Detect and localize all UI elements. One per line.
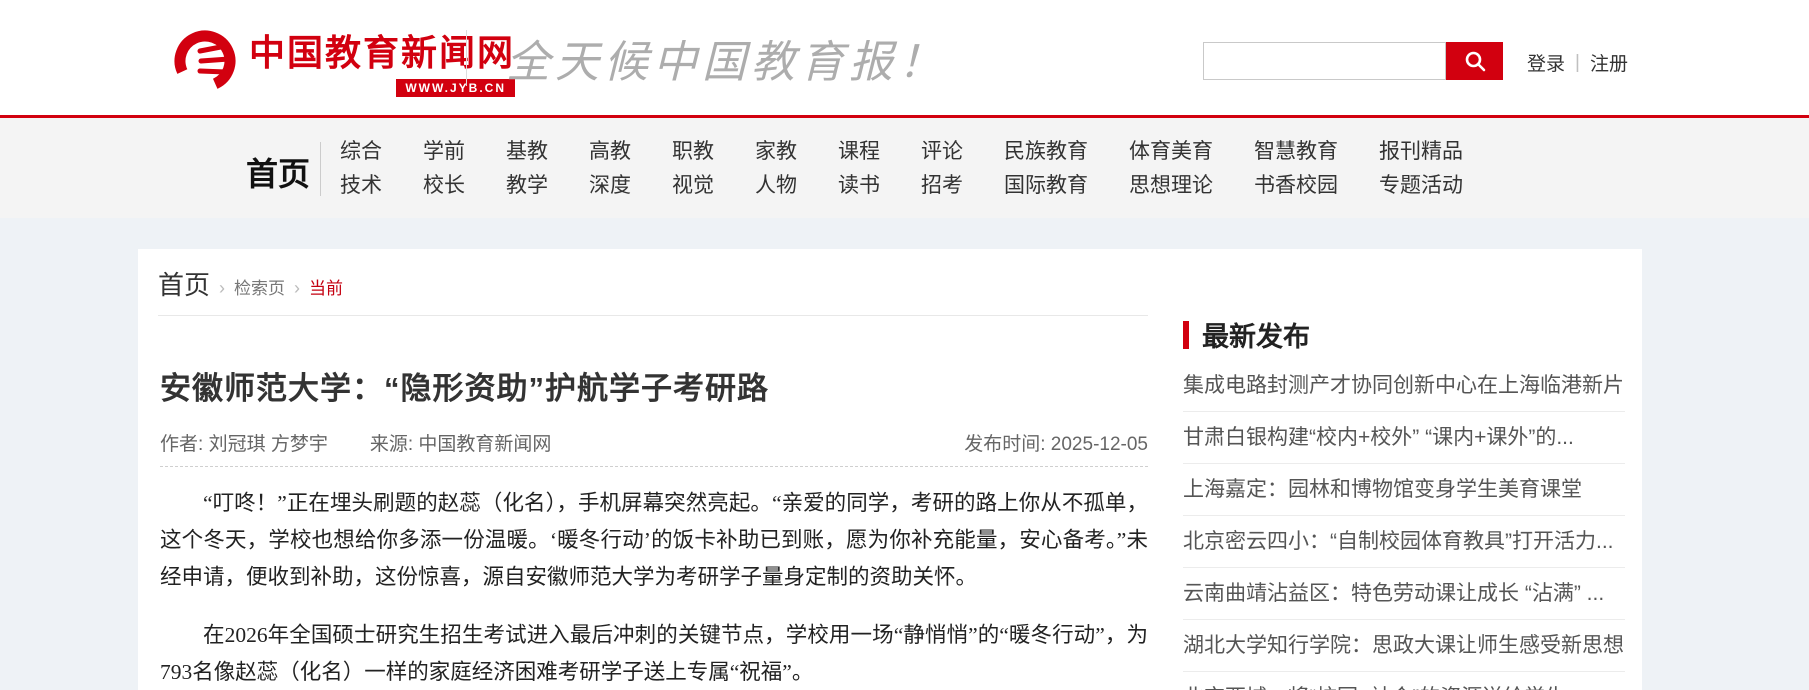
nav-link-shijue[interactable]: 视觉 [672, 175, 714, 196]
nav-link-zonghe[interactable]: 综合 [340, 141, 382, 162]
search-input[interactable] [1203, 42, 1446, 80]
nav-link-zhijiao[interactable]: 职教 [672, 141, 714, 162]
nav-link-jiaoxue[interactable]: 教学 [506, 175, 548, 196]
nav-link-shuxiangxiaoyuan[interactable]: 书香校园 [1254, 175, 1338, 196]
nav-link-baokanjingpin[interactable]: 报刊精品 [1379, 141, 1463, 162]
article-publish-date: 发布时间: 2025-12-05 [964, 429, 1148, 456]
nav-link-zhihuijiaoyu[interactable]: 智慧教育 [1254, 141, 1338, 162]
nav-link-zhaokao[interactable]: 招考 [921, 175, 963, 196]
news-list-item[interactable]: 北京密云四小：“自制校园体育教具”打开活力... [1183, 516, 1625, 568]
breadcrumb-current: 当前 [309, 274, 343, 299]
content-card: 首页 › 检索页 › 当前 安徽师范大学：“隐形资助”护航学子考研路 作者: 刘… [138, 249, 1642, 690]
nav-link-guojijiaoyu[interactable]: 国际教育 [1004, 175, 1088, 196]
nav-column: 民族教育 国际教育 [1004, 141, 1088, 196]
news-list-item[interactable]: 上海嘉定：园林和博物馆变身学生美育课堂 [1183, 464, 1625, 516]
nav-column: 评论 招考 [921, 141, 963, 196]
search-button[interactable] [1446, 42, 1503, 80]
nav-link-tiyumeiyu[interactable]: 体育美育 [1129, 141, 1213, 162]
article-meta: 作者: 刘冠琪 方梦宇 来源: 中国教育新闻网 发布时间: 2025-12-05 [160, 429, 1148, 456]
meta-divider [160, 466, 1148, 467]
latest-news-sidebar: 最新发布 集成电路封测产才协同创新中心在上海临港新片... 甘肃白银构建“校内+… [1183, 315, 1625, 690]
nav-link-dushu[interactable]: 读书 [838, 175, 880, 196]
login-link[interactable]: 登录 [1527, 49, 1565, 76]
news-list-item[interactable]: 北京西城：将“校园+社会”的资源送给学生... [1183, 672, 1625, 690]
site-header: 中国教育新闻网 WWW.JYB.CN 全天候中国教育报！ 登录 | 注册 [0, 0, 1809, 115]
auth-separator: | [1575, 52, 1580, 74]
auth-links: 登录 | 注册 [1527, 49, 1628, 76]
header-divider [466, 30, 467, 86]
breadcrumb-separator-icon: › [219, 278, 225, 299]
nav-column: 基教 教学 [506, 141, 548, 196]
nav-divider [320, 142, 321, 196]
logo-emblem-icon [173, 29, 237, 93]
breadcrumb-divider [158, 315, 1148, 316]
breadcrumb-home-link[interactable]: 首页 [158, 265, 210, 302]
nav-link-xiaozhang[interactable]: 校长 [423, 175, 465, 196]
nav-column: 体育美育 思想理论 [1129, 141, 1213, 196]
article-paragraph: 在2026年全国硕士研究生招生考试进入最后冲刺的关键节点，学校用一场“静悄悄”的… [160, 617, 1148, 690]
nav-link-gaojiao[interactable]: 高教 [589, 141, 631, 162]
breadcrumb-separator-icon: › [294, 278, 300, 299]
article-paragraph: “叮咚！”正在埋头刷题的赵蕊（化名），手机屏幕突然亮起。“亲爱的同学，考研的路上… [160, 485, 1148, 596]
nav-column: 智慧教育 书香校园 [1254, 141, 1338, 196]
nav-link-renwu[interactable]: 人物 [755, 175, 797, 196]
logo-domain: WWW.JYB.CN [396, 79, 515, 97]
site-slogan: 全天候中国教育报！ [506, 26, 947, 90]
article-source: 来源: 中国教育新闻网 [370, 429, 552, 456]
site-logo[interactable]: 中国教育新闻网 WWW.JYB.CN [173, 24, 515, 97]
nav-columns: 综合 技术 学前 校长 基教 教学 高教 深度 职教 视觉 家教 人物 课程 读… [340, 141, 1463, 196]
nav-column: 家教 人物 [755, 141, 797, 196]
article-title: 安徽师范大学：“隐形资助”护航学子考研路 [160, 363, 769, 408]
nav-link-kecheng[interactable]: 课程 [838, 141, 880, 162]
main-nav: 首页 综合 技术 学前 校长 基教 教学 高教 深度 职教 视觉 家教 人物 课… [0, 118, 1809, 218]
sidebar-accent-bar [1183, 321, 1189, 349]
news-list-item[interactable]: 云南曲靖沾益区：特色劳动课让成长 “沾满” ... [1183, 568, 1625, 620]
nav-link-xueqian[interactable]: 学前 [423, 141, 465, 162]
news-list-item[interactable]: 甘肃白银构建“校内+校外” “课内+课外”的... [1183, 412, 1625, 464]
search-bar [1203, 42, 1503, 80]
sidebar-title: 最新发布 [1202, 315, 1310, 354]
nav-column: 高教 深度 [589, 141, 631, 196]
nav-column: 职教 视觉 [672, 141, 714, 196]
nav-link-zhuantihuodong[interactable]: 专题活动 [1379, 175, 1463, 196]
breadcrumb-search-link[interactable]: 检索页 [234, 274, 285, 299]
article-body: “叮咚！”正在埋头刷题的赵蕊（化名），手机屏幕突然亮起。“亲爱的同学，考研的路上… [160, 485, 1148, 690]
logo-text: 中国教育新闻网 [249, 24, 515, 76]
nav-link-sixianglilun[interactable]: 思想理论 [1129, 175, 1213, 196]
sidebar-list: 集成电路封测产才协同创新中心在上海临港新片... 甘肃白银构建“校内+校外” “… [1183, 360, 1625, 690]
nav-home-link[interactable]: 首页 [246, 149, 310, 195]
nav-column: 课程 读书 [838, 141, 880, 196]
nav-link-jijiao[interactable]: 基教 [506, 141, 548, 162]
nav-link-jishu[interactable]: 技术 [340, 175, 382, 196]
nav-column: 学前 校长 [423, 141, 465, 196]
news-list-item[interactable]: 湖北大学知行学院：思政大课让师生感受新思想... [1183, 620, 1625, 672]
nav-column: 综合 技术 [340, 141, 382, 196]
nav-link-jiajiao[interactable]: 家教 [755, 141, 797, 162]
nav-column: 报刊精品 专题活动 [1379, 141, 1463, 196]
article-author: 作者: 刘冠琪 方梦宇 [160, 429, 328, 456]
sidebar-header: 最新发布 [1183, 315, 1625, 354]
search-icon [1464, 50, 1486, 72]
nav-link-shendu[interactable]: 深度 [589, 175, 631, 196]
breadcrumb: 首页 › 检索页 › 当前 [158, 265, 343, 302]
register-link[interactable]: 注册 [1590, 49, 1628, 76]
nav-link-minzujiaoyu[interactable]: 民族教育 [1004, 141, 1088, 162]
nav-link-pinglun[interactable]: 评论 [921, 141, 963, 162]
news-list-item[interactable]: 集成电路封测产才协同创新中心在上海临港新片... [1183, 360, 1625, 412]
